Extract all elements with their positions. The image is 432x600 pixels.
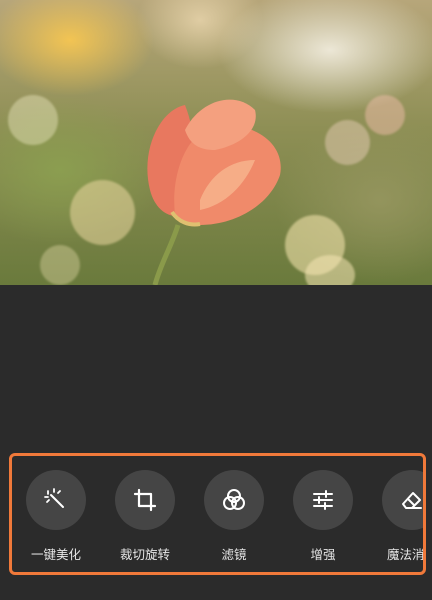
filter-circles-icon [223, 489, 245, 510]
tool-label: 魔法消除 [386, 547, 425, 562]
tool-button-circle[interactable] [204, 470, 264, 530]
tool-button-circle[interactable] [115, 470, 175, 530]
tool-one-click-beautify[interactable]: 一键美化 [16, 470, 96, 563]
photo-preview [0, 0, 432, 285]
tool-enhance[interactable]: 增强 [283, 470, 363, 563]
tool-button-circle[interactable] [26, 470, 86, 530]
crop-icon [133, 488, 157, 512]
sliders-icon [313, 490, 333, 510]
tulip-stem [152, 224, 181, 285]
tool-label: 一键美化 [30, 547, 81, 562]
tool-label: 裁切旋转 [119, 547, 170, 562]
tool-crop-rotate[interactable]: 裁切旋转 [105, 470, 185, 563]
tool-label: 增强 [310, 547, 336, 562]
magic-wand-icon [44, 488, 64, 508]
tool-filter[interactable]: 滤镜 [194, 470, 274, 563]
tulip-photo [147, 99, 281, 285]
eraser-icon [402, 492, 422, 509]
tool-label: 滤镜 [221, 547, 247, 562]
edit-toolbar: 一键美化 裁切旋转 滤镜 增强 魔法消 [9, 453, 426, 575]
tool-button-circle[interactable] [293, 470, 353, 530]
tool-magic-eraser[interactable]: 魔法消除 [372, 470, 425, 563]
tool-button-circle[interactable] [382, 470, 423, 530]
